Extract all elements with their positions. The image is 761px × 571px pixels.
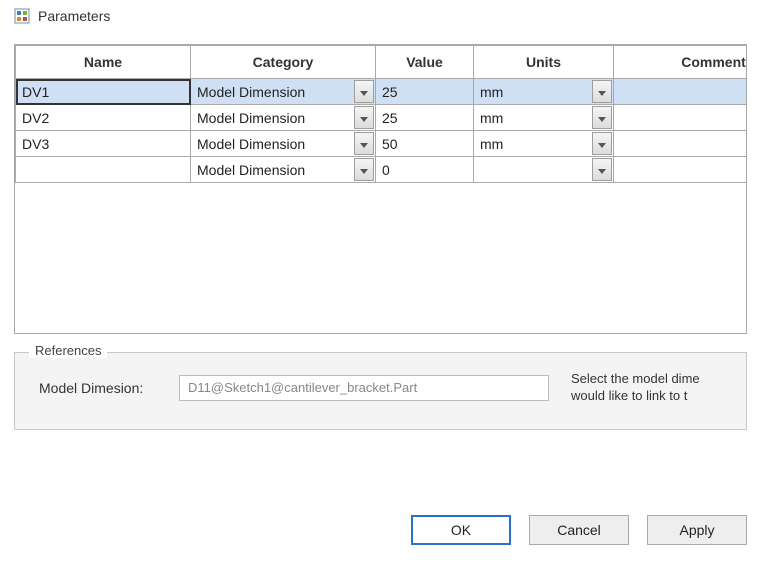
references-help-text: Select the model dime would like to link…	[571, 371, 700, 405]
table-row[interactable]: DV1Model Dimension25mm	[16, 79, 748, 105]
units-dropdown-button[interactable]	[592, 80, 612, 103]
units-dropdown-button[interactable]	[592, 106, 612, 129]
chevron-down-icon	[360, 84, 368, 99]
cell-units[interactable]	[474, 157, 614, 183]
table-row[interactable]: DV2Model Dimension25mm	[16, 105, 748, 131]
chevron-down-icon	[360, 162, 368, 177]
cell-name-text	[16, 157, 190, 182]
dialog-button-row: OK Cancel Apply	[411, 515, 747, 545]
cell-name[interactable]	[16, 157, 191, 183]
cell-comment[interactable]	[614, 157, 748, 183]
cell-value-text: 50	[376, 131, 473, 156]
cell-value[interactable]: 50	[376, 131, 474, 157]
cell-value[interactable]: 0	[376, 157, 474, 183]
cell-units[interactable]: mm	[474, 79, 614, 105]
chevron-down-icon	[598, 136, 606, 151]
references-fieldset: References Model Dimesion: Select the mo…	[14, 352, 747, 430]
cell-name[interactable]: DV1	[16, 79, 191, 105]
cell-comment[interactable]	[614, 79, 748, 105]
chevron-down-icon	[360, 136, 368, 151]
apply-button[interactable]: Apply	[647, 515, 747, 545]
col-header-units[interactable]: Units	[474, 46, 614, 79]
cancel-button[interactable]: Cancel	[529, 515, 629, 545]
model-dimension-label: Model Dimesion:	[35, 380, 165, 396]
references-legend: References	[29, 343, 107, 358]
cell-value-text: 25	[376, 105, 473, 130]
category-dropdown-button[interactable]	[354, 132, 374, 155]
cell-category-text: Model Dimension	[191, 105, 375, 130]
cell-category-text: Model Dimension	[191, 79, 375, 104]
content-area: Name Category Value Units Comment DV1Mod…	[0, 28, 761, 430]
cell-comment-text	[614, 79, 747, 104]
cell-name[interactable]: DV2	[16, 105, 191, 131]
parameters-table: Name Category Value Units Comment DV1Mod…	[15, 45, 747, 183]
category-dropdown-button[interactable]	[354, 106, 374, 129]
cell-name[interactable]: DV3	[16, 131, 191, 157]
table-row[interactable]: Model Dimension0	[16, 157, 748, 183]
parameters-dialog: Parameters Name Category Value Units Com…	[0, 0, 761, 571]
col-header-category[interactable]: Category	[191, 46, 376, 79]
cell-units[interactable]: mm	[474, 131, 614, 157]
table-row[interactable]: DV3Model Dimension50mm	[16, 131, 748, 157]
cell-name-text: DV1	[16, 79, 190, 104]
cell-value[interactable]: 25	[376, 105, 474, 131]
cell-category[interactable]: Model Dimension	[191, 79, 376, 105]
category-dropdown-button[interactable]	[354, 80, 374, 103]
units-dropdown-button[interactable]	[592, 158, 612, 181]
cell-comment-text	[614, 157, 747, 182]
chevron-down-icon	[598, 162, 606, 177]
cell-comment-text	[614, 105, 747, 130]
col-header-value[interactable]: Value	[376, 46, 474, 79]
cell-category[interactable]: Model Dimension	[191, 157, 376, 183]
chevron-down-icon	[598, 110, 606, 125]
cell-value-text: 25	[376, 79, 473, 104]
titlebar: Parameters	[0, 0, 761, 28]
cell-value[interactable]: 25	[376, 79, 474, 105]
references-row: Model Dimesion: Select the model dime wo…	[35, 371, 726, 405]
ok-button[interactable]: OK	[411, 515, 511, 545]
chevron-down-icon	[360, 110, 368, 125]
cell-category-text: Model Dimension	[191, 157, 375, 182]
cell-name-text: DV3	[16, 131, 190, 156]
cell-name-text: DV2	[16, 105, 190, 130]
col-header-comment[interactable]: Comment	[614, 46, 748, 79]
category-dropdown-button[interactable]	[354, 158, 374, 181]
col-header-name[interactable]: Name	[16, 46, 191, 79]
cell-value-text: 0	[376, 157, 473, 182]
chevron-down-icon	[598, 84, 606, 99]
cell-category[interactable]: Model Dimension	[191, 105, 376, 131]
table-header-row: Name Category Value Units Comment	[16, 46, 748, 79]
parameters-table-wrap: Name Category Value Units Comment DV1Mod…	[14, 44, 747, 334]
window-title: Parameters	[38, 8, 110, 24]
cell-comment-text	[614, 131, 747, 156]
cell-comment[interactable]	[614, 131, 748, 157]
cell-comment[interactable]	[614, 105, 748, 131]
cell-category-text: Model Dimension	[191, 131, 375, 156]
model-dimension-input[interactable]	[179, 375, 549, 401]
cell-units[interactable]: mm	[474, 105, 614, 131]
cell-category[interactable]: Model Dimension	[191, 131, 376, 157]
units-dropdown-button[interactable]	[592, 132, 612, 155]
parameters-icon	[14, 8, 30, 24]
